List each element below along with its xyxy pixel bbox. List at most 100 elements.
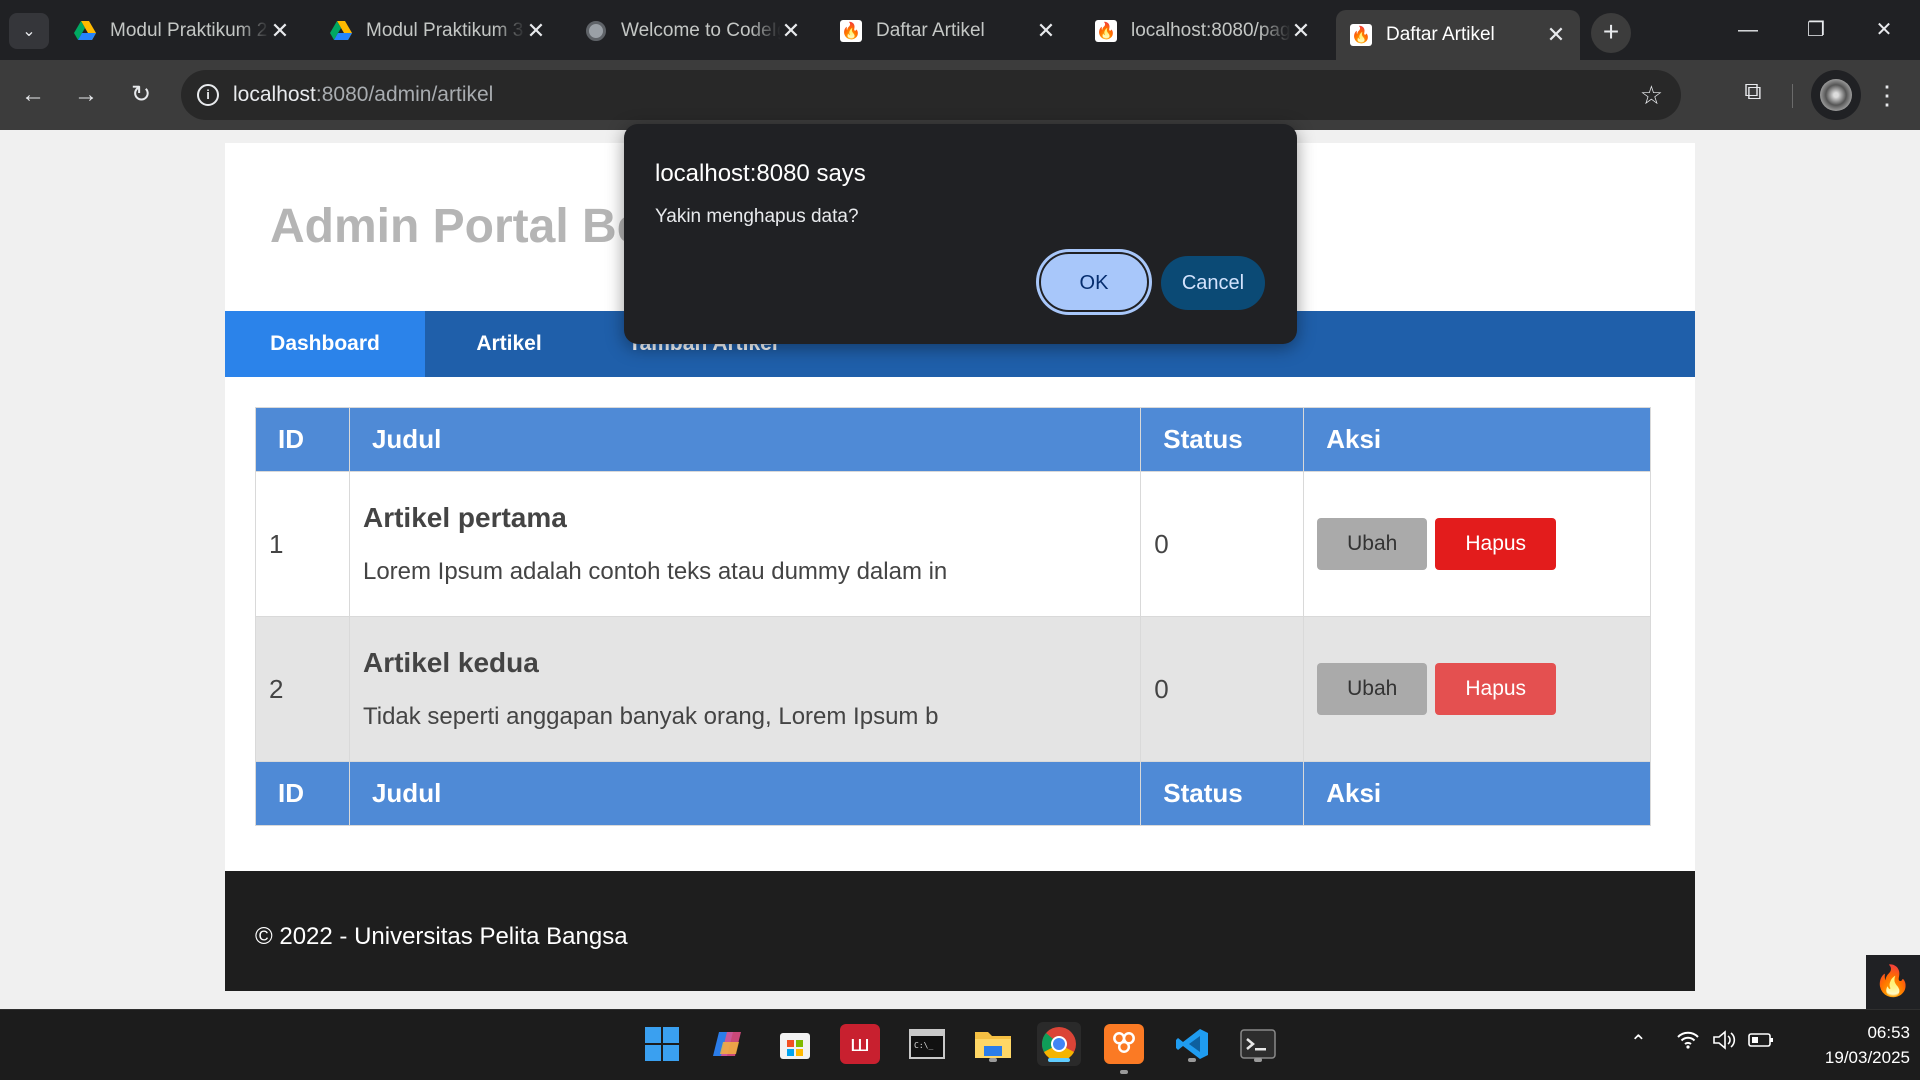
nav-dashboard[interactable]: Dashboard: [225, 311, 425, 377]
codeigniter-debug-toolbar-icon[interactable]: 🔥: [1866, 955, 1920, 1009]
dialog-title: localhost:8080 says: [655, 160, 866, 187]
tab-title: Daftar Artikel: [1386, 24, 1495, 45]
edit-button[interactable]: Ubah: [1317, 518, 1428, 570]
browser-tab-active[interactable]: 🔥 Daftar Artikel ✕: [1336, 10, 1580, 60]
plus-icon: +: [1602, 16, 1620, 47]
browser-tab[interactable]: Modul Praktikum 2 ✕: [60, 10, 304, 52]
chevron-up-icon[interactable]: ⌃: [1630, 1030, 1647, 1055]
nav-artikel[interactable]: Artikel: [425, 311, 593, 377]
minimize-button[interactable]: —: [1718, 10, 1778, 50]
chevron-down-icon: ⌄: [22, 23, 36, 40]
toolbar-divider: [1792, 84, 1793, 108]
wifi-icon[interactable]: [1676, 1030, 1700, 1056]
running-indicator: [1254, 1058, 1262, 1062]
clock-date: 19/03/2025: [1824, 1048, 1910, 1067]
running-indicator: [1048, 1058, 1070, 1062]
mendeley-icon[interactable]: ꟺ: [840, 1024, 880, 1064]
profile-avatar[interactable]: [1811, 70, 1861, 120]
table-header-row: ID Judul Status Aksi: [255, 407, 1651, 472]
close-tab-icon[interactable]: ✕: [781, 18, 801, 44]
battery-icon[interactable]: [1748, 1030, 1774, 1056]
close-tab-icon[interactable]: ✕: [1291, 18, 1311, 44]
reload-button[interactable]: ↻: [120, 74, 162, 116]
browser-tab[interactable]: 🔥 localhost:8080/page ✕: [1081, 10, 1325, 52]
terminal-icon[interactable]: [1236, 1022, 1280, 1066]
browser-tab-strip: ⌄ Modul Praktikum 2 ✕ Modul Praktikum 3 …: [0, 0, 1920, 60]
cell-status: 0: [1140, 616, 1305, 762]
article-snippet: Lorem Ipsum adalah contoh teks atau dumm…: [362, 558, 948, 585]
cell-id: 1: [255, 471, 350, 617]
delete-button[interactable]: Hapus: [1435, 518, 1557, 570]
running-indicator: [989, 1058, 997, 1062]
site-info-icon[interactable]: i: [197, 84, 219, 106]
google-drive-icon: [330, 20, 352, 42]
table-row: 2 Artikel kedua Tidak seperti anggapan b…: [255, 616, 1651, 762]
table-row: 1 Artikel pertama Lorem Ipsum adalah con…: [255, 471, 1651, 617]
url-host: localhost: [233, 83, 316, 106]
close-icon: ✕: [1875, 19, 1893, 41]
dialog-message: Yakin menghapus data?: [655, 206, 859, 227]
tab-title: Modul Praktikum 3: [366, 20, 524, 41]
column-footer-status: Status: [1140, 761, 1305, 826]
confirm-dialog: localhost:8080 says Yakin menghapus data…: [624, 124, 1297, 344]
tab-title: localhost:8080/page: [1131, 20, 1291, 41]
chrome-icon[interactable]: [1037, 1022, 1081, 1066]
windows-taskbar: ꟺ C:\_ ꕢ ⌃ 06:53 19/03/2025: [0, 1009, 1920, 1080]
tab-title: Modul Praktikum 2: [110, 20, 268, 41]
article-title: Artikel kedua: [362, 647, 539, 678]
table-footer-row: ID Judul Status Aksi: [255, 761, 1651, 826]
xampp-icon[interactable]: ꕢ: [1104, 1024, 1144, 1074]
volume-icon[interactable]: [1712, 1030, 1738, 1056]
column-footer-aksi: Aksi: [1303, 761, 1651, 826]
codeigniter-icon: 🔥: [1095, 20, 1117, 42]
arrow-right-icon: →: [74, 81, 98, 108]
avatar: [1820, 79, 1852, 111]
browser-tab[interactable]: 🔥 Daftar Artikel ✕: [826, 10, 1070, 52]
column-header-judul: Judul: [348, 407, 1142, 472]
close-tab-icon[interactable]: ✕: [1036, 18, 1056, 44]
running-indicator: [1188, 1058, 1196, 1062]
codeigniter-icon: 🔥: [840, 20, 862, 42]
file-explorer-icon[interactable]: [971, 1022, 1015, 1066]
close-tab-icon[interactable]: ✕: [526, 18, 546, 44]
new-tab-button[interactable]: +: [1591, 13, 1631, 53]
cancel-button[interactable]: Cancel: [1161, 256, 1265, 310]
store-icon[interactable]: [773, 1022, 817, 1066]
browser-tab[interactable]: Welcome to CodeIgniter ✕: [571, 10, 815, 52]
article-table: ID Judul Status Aksi 1 Artikel pertama L…: [255, 407, 1651, 826]
extensions-icon[interactable]: ⧉: [1736, 78, 1770, 112]
reload-icon: ↻: [130, 81, 152, 108]
browser-tab[interactable]: Modul Praktikum 3 ✕: [316, 10, 560, 52]
system-clock[interactable]: 06:53 19/03/2025: [1780, 1020, 1910, 1070]
start-icon[interactable]: [640, 1022, 684, 1066]
edit-button[interactable]: Ubah: [1317, 663, 1428, 715]
back-button[interactable]: ←: [12, 74, 54, 116]
copilot-icon[interactable]: [707, 1022, 751, 1066]
globe-icon: [585, 20, 607, 42]
delete-button[interactable]: Hapus: [1435, 663, 1557, 715]
ok-button[interactable]: OK: [1041, 254, 1147, 310]
site-footer: © 2022 - Universitas Pelita Bangsa: [225, 871, 1695, 991]
column-header-status: Status: [1140, 407, 1305, 472]
forward-button[interactable]: →: [65, 74, 107, 116]
browser-menu-button[interactable]: ⋮: [1872, 74, 1902, 116]
terminal-window-icon[interactable]: C:\_: [905, 1022, 949, 1066]
address-bar[interactable]: i localhost:8080/admin/artikel ☆: [181, 70, 1681, 120]
close-tab-icon[interactable]: ✕: [270, 18, 290, 44]
minimize-icon: —: [1738, 19, 1758, 41]
article-snippet: Tidak seperti anggapan banyak orang, Lor…: [362, 703, 939, 730]
column-footer-id: ID: [255, 761, 350, 826]
codeigniter-icon: 🔥: [1350, 24, 1372, 46]
tab-title: Welcome to CodeIgniter: [621, 20, 781, 41]
svg-text:C:\_: C:\_: [914, 1041, 933, 1050]
clock-time: 06:53: [1867, 1023, 1910, 1042]
bookmark-star-icon[interactable]: ☆: [1640, 80, 1663, 111]
close-tab-icon[interactable]: ✕: [1546, 22, 1566, 48]
restore-button[interactable]: ❐: [1786, 10, 1846, 50]
close-window-button[interactable]: ✕: [1854, 10, 1914, 50]
running-indicator: [1120, 1070, 1128, 1074]
cell-id: 2: [255, 616, 350, 762]
vscode-icon[interactable]: [1170, 1022, 1214, 1066]
column-header-id: ID: [255, 407, 350, 472]
tab-search-button[interactable]: ⌄: [9, 13, 49, 49]
